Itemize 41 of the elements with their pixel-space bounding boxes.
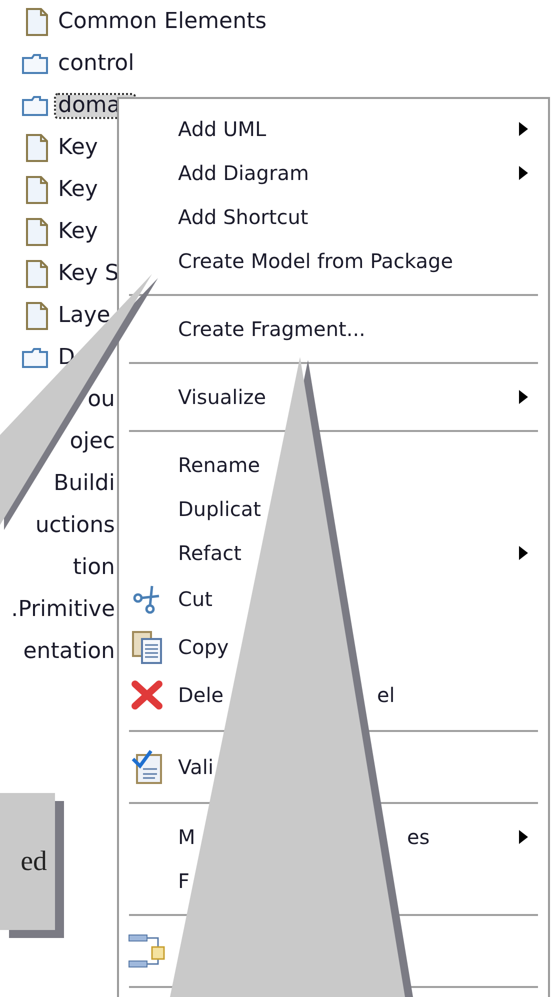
menu-item[interactable]: M es — [119, 815, 548, 859]
menu-item[interactable]: Visualize — [119, 375, 548, 419]
document-icon — [26, 134, 48, 162]
tree-item[interactable]: Buildi — [52, 473, 117, 495]
menu-item[interactable]: Add Shortcut — [119, 195, 548, 239]
tree-item[interactable]: entation — [21, 641, 117, 663]
menu-item[interactable]: Create Model from Package — [119, 239, 548, 283]
folder-icon — [22, 54, 48, 74]
tree-item[interactable]: Key — [56, 137, 100, 159]
menu-item[interactable]: Copy — [119, 623, 548, 671]
checklist-icon — [130, 749, 162, 785]
tree-item[interactable]: Key — [56, 179, 100, 201]
document-icon — [26, 302, 48, 330]
tree-item[interactable]: tion — [70, 557, 117, 579]
tree-item[interactable]: Key — [56, 221, 100, 243]
menu-item[interactable]: Refact — [119, 531, 548, 575]
menu-item[interactable]: Add Diagram — [119, 151, 548, 195]
tree-item[interactable]: ou — [86, 389, 117, 411]
copy-icon — [130, 630, 162, 664]
document-icon — [26, 260, 48, 288]
document-icon — [26, 8, 48, 36]
folder-icon — [22, 96, 48, 116]
folder-icon — [22, 348, 48, 368]
menu-item[interactable]: Duplicat — [119, 487, 548, 531]
menu-item[interactable]: Vali — [119, 743, 548, 791]
tree-item[interactable]: Key S — [56, 263, 121, 285]
tree-item[interactable]: .Primitive — [9, 599, 117, 621]
document-icon — [26, 218, 48, 246]
tree-item[interactable]: Common Elements — [56, 11, 269, 33]
tree-item[interactable]: Laye — [56, 305, 112, 327]
tree-item[interactable]: uctions — [33, 515, 117, 537]
diagram-icon — [128, 933, 166, 969]
tree-item[interactable]: control — [56, 53, 136, 75]
callout-text: ed — [20, 844, 47, 878]
menu-item[interactable]: Rename — [119, 443, 548, 487]
menu-item[interactable]: Dele el — [119, 671, 548, 719]
delete-icon — [130, 680, 162, 710]
scissors-icon — [132, 584, 160, 614]
tree-item[interactable]: ojec — [68, 431, 117, 453]
document-icon — [26, 176, 48, 204]
menu-item[interactable]: Cut — [119, 575, 548, 623]
